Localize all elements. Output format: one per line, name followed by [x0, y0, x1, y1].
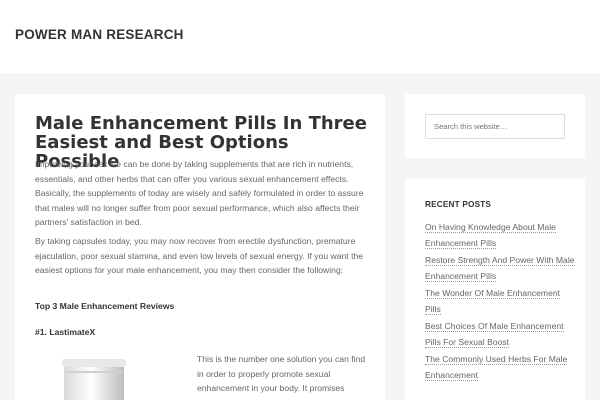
- list-item: The Commonly Used Herbs For Male Enhance…: [425, 351, 575, 382]
- recent-post-link[interactable]: Best Choices Of Male Enhancement Pills F…: [425, 321, 564, 348]
- article-subheading-product: #1. LastimateX: [35, 327, 96, 337]
- article-subheading-reviews: Top 3 Male Enhancement Reviews: [35, 301, 175, 311]
- search-widget: [405, 94, 585, 158]
- article-paragraph-1: Improving your sex life can be done by t…: [35, 159, 364, 227]
- recent-post-link[interactable]: The Commonly Used Herbs For Male Enhance…: [425, 354, 568, 381]
- list-item: Best Choices Of Male Enhancement Pills F…: [425, 318, 575, 349]
- recent-posts-list: On Having Knowledge About Male Enhanceme…: [425, 219, 575, 384]
- list-item: The Wonder Of Male Enhancement Pills: [425, 285, 575, 316]
- article-paragraph-2: By taking capsules today, you may now re…: [35, 236, 364, 275]
- article-card: Male Enhancement Pills In Three Easiest …: [15, 94, 385, 400]
- article-paragraph-3: This is the number one solution you can …: [197, 354, 366, 400]
- recent-post-link[interactable]: The Wonder Of Male Enhancement Pills: [425, 288, 561, 315]
- product-bottle-image: [62, 359, 126, 400]
- list-item: Restore Strength And Power With Male Enh…: [425, 252, 575, 283]
- site-title[interactable]: POWER MAN RESEARCH: [15, 27, 184, 42]
- recent-posts-title: RECENT POSTS: [425, 200, 492, 209]
- site-header: POWER MAN RESEARCH: [0, 0, 600, 73]
- recent-post-link[interactable]: Restore Strength And Power With Male Enh…: [425, 255, 575, 282]
- recent-post-link[interactable]: On Having Knowledge About Male Enhanceme…: [425, 222, 556, 249]
- search-input[interactable]: [425, 114, 565, 139]
- recent-posts-widget: RECENT POSTS On Having Knowledge About M…: [405, 179, 585, 400]
- list-item: On Having Knowledge About Male Enhanceme…: [425, 219, 575, 250]
